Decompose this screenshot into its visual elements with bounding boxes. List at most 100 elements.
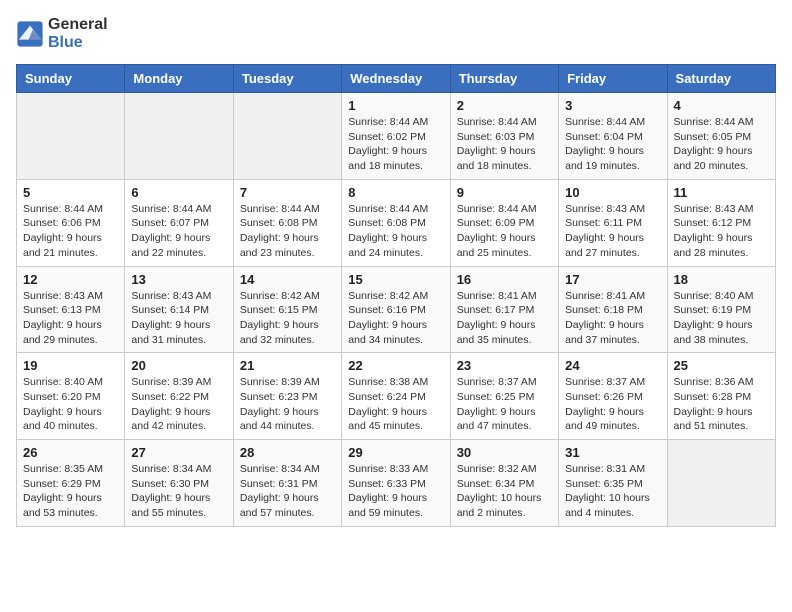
calendar-cell: 4Sunrise: 8:44 AMSunset: 6:05 PMDaylight… bbox=[667, 93, 775, 180]
calendar-cell: 14 Sunrise: 8:42 AMSunset: 6:15 PMDayligh… bbox=[233, 266, 341, 353]
calendar-week-row: 12Sunrise: 8:43 AMSunset: 6:13 PMDayligh… bbox=[17, 266, 776, 353]
calendar-cell: 5 Sunrise: 8:44 AMSunset: 6:06 PMDaylight… bbox=[17, 179, 125, 266]
day-number: 13 bbox=[131, 272, 226, 287]
day-number: 31 bbox=[565, 445, 660, 460]
day-number: 15 bbox=[348, 272, 443, 287]
calendar-cell: 16 Sunrise: 8:41 AMSunset: 6:17 PMDayligh… bbox=[450, 266, 558, 353]
day-info: Sunrise: 8:41 AMSunset: 6:18 PMDaylight:… bbox=[565, 289, 660, 348]
calendar-week-row: 26 Sunrise: 8:35 AMSunset: 6:29 PMDayligh… bbox=[17, 440, 776, 527]
day-info: Sunrise: 8:44 AMSunset: 6:08 PMDaylight:… bbox=[240, 202, 335, 261]
calendar-header-row: SundayMondayTuesdayWednesdayThursdayFrid… bbox=[17, 65, 776, 93]
day-info: Sunrise: 8:43 AMSunset: 6:12 PMDaylight:… bbox=[674, 202, 769, 261]
day-number: 26 bbox=[23, 445, 118, 460]
calendar-cell: 12Sunrise: 8:43 AMSunset: 6:13 PMDayligh… bbox=[17, 266, 125, 353]
day-number: 10 bbox=[565, 185, 660, 200]
calendar-cell: 19 Sunrise: 8:40 AMSunset: 6:20 PMDayligh… bbox=[17, 353, 125, 440]
day-info: Sunrise: 8:31 AMSunset: 6:35 PMDaylight:… bbox=[565, 462, 660, 521]
day-info: Sunrise: 8:42 AMSunset: 6:16 PMDaylight:… bbox=[348, 289, 443, 348]
day-number: 19 bbox=[23, 358, 118, 373]
day-header-monday: Monday bbox=[125, 65, 233, 93]
day-info: Sunrise: 8:40 AMSunset: 6:20 PMDaylight:… bbox=[23, 375, 118, 434]
day-info: Sunrise: 8:44 AMSunset: 6:09 PMDaylight:… bbox=[457, 202, 552, 261]
calendar: SundayMondayTuesdayWednesdayThursdayFrid… bbox=[16, 64, 776, 527]
calendar-week-row: 1 Sunrise: 8:44 AMSunset: 6:02 PMDaylight… bbox=[17, 93, 776, 180]
calendar-cell: 2 Sunrise: 8:44 AMSunset: 6:03 PMDaylight… bbox=[450, 93, 558, 180]
calendar-cell: 26 Sunrise: 8:35 AMSunset: 6:29 PMDayligh… bbox=[17, 440, 125, 527]
day-info: Sunrise: 8:44 AMSunset: 6:05 PMDaylight:… bbox=[674, 115, 769, 174]
calendar-cell: 30 Sunrise: 8:32 AMSunset: 6:34 PMDayligh… bbox=[450, 440, 558, 527]
day-number: 21 bbox=[240, 358, 335, 373]
day-number: 9 bbox=[457, 185, 552, 200]
calendar-cell: 3Sunrise: 8:44 AMSunset: 6:04 PMDaylight… bbox=[559, 93, 667, 180]
calendar-cell: 27Sunrise: 8:34 AMSunset: 6:30 PMDayligh… bbox=[125, 440, 233, 527]
calendar-week-row: 5 Sunrise: 8:44 AMSunset: 6:06 PMDaylight… bbox=[17, 179, 776, 266]
day-number: 5 bbox=[23, 185, 118, 200]
day-number: 8 bbox=[348, 185, 443, 200]
day-header-sunday: Sunday bbox=[17, 65, 125, 93]
day-number: 2 bbox=[457, 98, 552, 113]
day-info: Sunrise: 8:33 AMSunset: 6:33 PMDaylight:… bbox=[348, 462, 443, 521]
calendar-cell bbox=[17, 93, 125, 180]
day-number: 29 bbox=[348, 445, 443, 460]
day-number: 1 bbox=[348, 98, 443, 113]
calendar-cell: 10Sunrise: 8:43 AMSunset: 6:11 PMDayligh… bbox=[559, 179, 667, 266]
day-header-wednesday: Wednesday bbox=[342, 65, 450, 93]
calendar-cell: 15 Sunrise: 8:42 AMSunset: 6:16 PMDayligh… bbox=[342, 266, 450, 353]
day-info: Sunrise: 8:35 AMSunset: 6:29 PMDaylight:… bbox=[23, 462, 118, 521]
logo-icon bbox=[16, 20, 44, 48]
calendar-cell: 22Sunrise: 8:38 AMSunset: 6:24 PMDayligh… bbox=[342, 353, 450, 440]
day-header-friday: Friday bbox=[559, 65, 667, 93]
day-info: Sunrise: 8:42 AMSunset: 6:15 PMDaylight:… bbox=[240, 289, 335, 348]
day-number: 24 bbox=[565, 358, 660, 373]
day-info: Sunrise: 8:44 AMSunset: 6:03 PMDaylight:… bbox=[457, 115, 552, 174]
day-number: 25 bbox=[674, 358, 769, 373]
day-info: Sunrise: 8:32 AMSunset: 6:34 PMDaylight:… bbox=[457, 462, 552, 521]
calendar-cell: 11Sunrise: 8:43 AMSunset: 6:12 PMDayligh… bbox=[667, 179, 775, 266]
day-info: Sunrise: 8:44 AMSunset: 6:06 PMDaylight:… bbox=[23, 202, 118, 261]
calendar-cell: 8 Sunrise: 8:44 AMSunset: 6:08 PMDaylight… bbox=[342, 179, 450, 266]
calendar-cell: 29 Sunrise: 8:33 AMSunset: 6:33 PMDayligh… bbox=[342, 440, 450, 527]
day-number: 7 bbox=[240, 185, 335, 200]
day-number: 17 bbox=[565, 272, 660, 287]
day-info: Sunrise: 8:44 AMSunset: 6:08 PMDaylight:… bbox=[348, 202, 443, 261]
day-info: Sunrise: 8:36 AMSunset: 6:28 PMDaylight:… bbox=[674, 375, 769, 434]
day-number: 3 bbox=[565, 98, 660, 113]
day-info: Sunrise: 8:37 AMSunset: 6:26 PMDaylight:… bbox=[565, 375, 660, 434]
day-info: Sunrise: 8:38 AMSunset: 6:24 PMDaylight:… bbox=[348, 375, 443, 434]
day-info: Sunrise: 8:44 AMSunset: 6:02 PMDaylight:… bbox=[348, 115, 443, 174]
day-header-tuesday: Tuesday bbox=[233, 65, 341, 93]
day-info: Sunrise: 8:41 AMSunset: 6:17 PMDaylight:… bbox=[457, 289, 552, 348]
day-header-thursday: Thursday bbox=[450, 65, 558, 93]
day-number: 28 bbox=[240, 445, 335, 460]
logo: General Blue bbox=[16, 16, 108, 52]
day-number: 23 bbox=[457, 358, 552, 373]
day-number: 16 bbox=[457, 272, 552, 287]
calendar-cell: 20Sunrise: 8:39 AMSunset: 6:22 PMDayligh… bbox=[125, 353, 233, 440]
day-info: Sunrise: 8:43 AMSunset: 6:14 PMDaylight:… bbox=[131, 289, 226, 348]
calendar-cell: 23 Sunrise: 8:37 AMSunset: 6:25 PMDayligh… bbox=[450, 353, 558, 440]
day-number: 18 bbox=[674, 272, 769, 287]
calendar-cell: 31 Sunrise: 8:31 AMSunset: 6:35 PMDayligh… bbox=[559, 440, 667, 527]
day-number: 20 bbox=[131, 358, 226, 373]
calendar-cell: 6Sunrise: 8:44 AMSunset: 6:07 PMDaylight… bbox=[125, 179, 233, 266]
day-number: 30 bbox=[457, 445, 552, 460]
calendar-cell: 1 Sunrise: 8:44 AMSunset: 6:02 PMDaylight… bbox=[342, 93, 450, 180]
calendar-cell bbox=[233, 93, 341, 180]
calendar-cell bbox=[125, 93, 233, 180]
day-info: Sunrise: 8:43 AMSunset: 6:13 PMDaylight:… bbox=[23, 289, 118, 348]
calendar-cell bbox=[667, 440, 775, 527]
day-info: Sunrise: 8:34 AMSunset: 6:30 PMDaylight:… bbox=[131, 462, 226, 521]
calendar-cell: 7 Sunrise: 8:44 AMSunset: 6:08 PMDaylight… bbox=[233, 179, 341, 266]
day-info: Sunrise: 8:39 AMSunset: 6:23 PMDaylight:… bbox=[240, 375, 335, 434]
calendar-cell: 21 Sunrise: 8:39 AMSunset: 6:23 PMDayligh… bbox=[233, 353, 341, 440]
calendar-cell: 13 Sunrise: 8:43 AMSunset: 6:14 PMDayligh… bbox=[125, 266, 233, 353]
day-info: Sunrise: 8:40 AMSunset: 6:19 PMDaylight:… bbox=[674, 289, 769, 348]
page-header: General Blue bbox=[16, 16, 776, 52]
calendar-cell: 9 Sunrise: 8:44 AMSunset: 6:09 PMDaylight… bbox=[450, 179, 558, 266]
calendar-cell: 17 Sunrise: 8:41 AMSunset: 6:18 PMDayligh… bbox=[559, 266, 667, 353]
calendar-cell: 24 Sunrise: 8:37 AMSunset: 6:26 PMDayligh… bbox=[559, 353, 667, 440]
day-info: Sunrise: 8:37 AMSunset: 6:25 PMDaylight:… bbox=[457, 375, 552, 434]
calendar-cell: 28Sunrise: 8:34 AMSunset: 6:31 PMDayligh… bbox=[233, 440, 341, 527]
logo-text: General Blue bbox=[48, 16, 108, 52]
day-number: 14 bbox=[240, 272, 335, 287]
